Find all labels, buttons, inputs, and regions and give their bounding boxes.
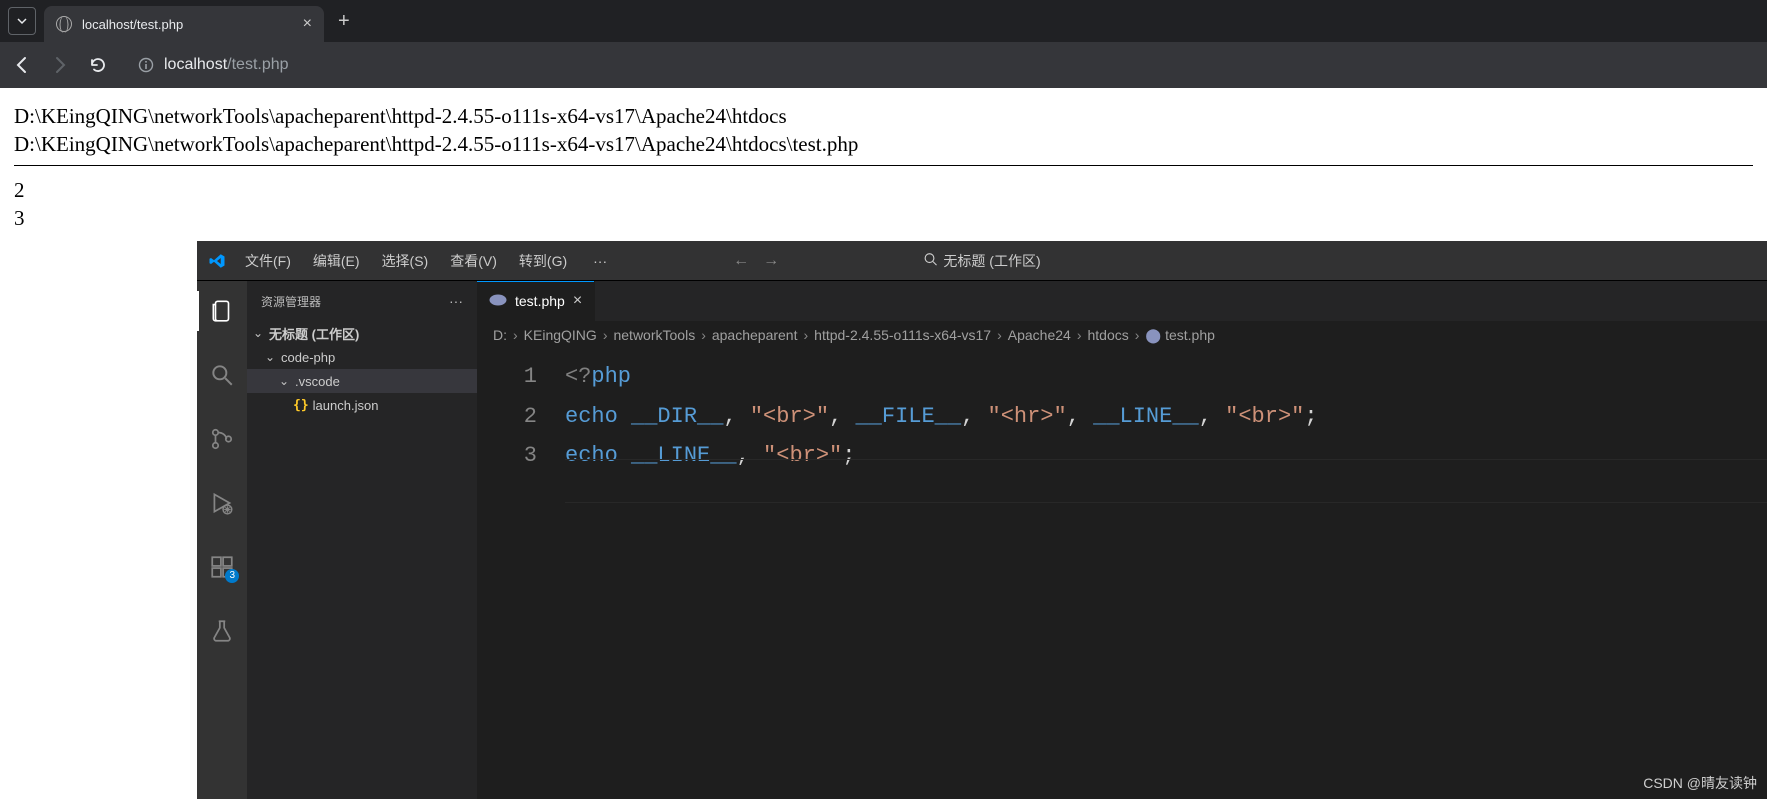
breadcrumbs[interactable]: D:› KEingQING› networkTools› apacheparen… xyxy=(477,321,1767,349)
output-hr xyxy=(14,165,1753,166)
explorer-title: 资源管理器 xyxy=(261,293,321,310)
browser-toolbar: localhost/test.php xyxy=(0,42,1767,88)
close-tab-icon[interactable]: × xyxy=(303,15,312,33)
folder-label: code-php xyxy=(281,350,335,365)
code-editor[interactable]: 1 <?php 2 echo __DIR__, "<br>", __FILE__… xyxy=(477,349,1767,799)
crumb[interactable]: apacheparent xyxy=(712,327,798,343)
menu-view[interactable]: 查看(V) xyxy=(440,247,507,275)
activity-extensions-icon[interactable]: 3 xyxy=(197,547,247,587)
code-line: <?php xyxy=(565,357,1767,397)
activity-testing-icon[interactable] xyxy=(197,611,247,651)
crumb[interactable]: httpd-2.4.55-o111s-x64-vs17 xyxy=(814,327,991,343)
line-number: 3 xyxy=(477,436,565,476)
line-number: 2 xyxy=(477,397,565,437)
vscode-title: 无标题 (工作区) xyxy=(943,251,1040,271)
watermark: CSDN @晴友读钟 xyxy=(1643,773,1757,793)
json-icon: {} xyxy=(293,398,309,413)
folder-code-php[interactable]: ⌄ code-php xyxy=(247,345,477,369)
editor-area: test.php × D:› KEingQING› networkTools› … xyxy=(477,281,1767,799)
output-line-3: 3 xyxy=(14,204,1753,232)
chevron-down-icon: ⌄ xyxy=(279,374,291,388)
workspace-root-label: 无标题 (工作区) xyxy=(269,324,359,343)
crumb[interactable]: D: xyxy=(493,327,507,343)
folder-vscode[interactable]: ⌄ .vscode xyxy=(247,369,477,393)
activity-scm-icon[interactable] xyxy=(197,419,247,459)
reload-button[interactable] xyxy=(86,56,110,74)
folder-label: .vscode xyxy=(295,374,340,389)
line-number: 1 xyxy=(477,357,565,397)
editor-tab-test-php[interactable]: test.php × xyxy=(477,281,595,321)
crumb[interactable]: htdocs xyxy=(1088,327,1129,343)
vscode-menu: 文件(F) 编辑(E) 选择(S) 查看(V) 转到(G) xyxy=(235,247,577,275)
vscode-logo-icon xyxy=(207,251,227,271)
code-line: echo __DIR__, "<br>", __FILE__, "<hr>", … xyxy=(565,397,1767,437)
search-icon xyxy=(923,252,937,269)
activity-explorer-icon[interactable] xyxy=(197,291,247,331)
close-tab-icon[interactable]: × xyxy=(573,292,582,310)
browser-tab[interactable]: localhost/test.php × xyxy=(44,6,324,42)
menu-go[interactable]: 转到(G) xyxy=(509,247,577,275)
menu-select[interactable]: 选择(S) xyxy=(372,247,439,275)
url-text: localhost/test.php xyxy=(164,56,289,74)
menu-edit[interactable]: 编辑(E) xyxy=(303,247,370,275)
tab-strip: localhost/test.php × + xyxy=(0,0,1767,42)
vscode-window: 文件(F) 编辑(E) 选择(S) 查看(V) 转到(G) ··· ← → 无标… xyxy=(197,241,1767,799)
new-tab-button[interactable]: + xyxy=(332,10,356,33)
globe-icon xyxy=(56,16,72,32)
menu-more[interactable]: ··· xyxy=(585,253,615,269)
output-file: D:\KEingQING\networkTools\apacheparent\h… xyxy=(14,130,1753,158)
nav-back-icon[interactable]: ← xyxy=(733,252,749,270)
explorer-sidebar: 资源管理器 ··· ⌄ 无标题 (工作区) ⌄ code-php ⌄ .vsco… xyxy=(247,281,477,799)
output-line-2: 2 xyxy=(14,176,1753,204)
editor-tabs: test.php × xyxy=(477,281,1767,321)
page-content: D:\KEingQING\networkTools\apacheparent\h… xyxy=(0,88,1767,234)
explorer-more-icon[interactable]: ··· xyxy=(449,293,463,309)
php-icon: ⬤ xyxy=(1145,327,1161,343)
nav-forward-icon[interactable]: → xyxy=(763,252,779,270)
address-bar[interactable]: localhost/test.php xyxy=(124,48,303,82)
file-label: launch.json xyxy=(313,398,379,413)
menu-file[interactable]: 文件(F) xyxy=(235,247,301,275)
activity-debug-icon[interactable] xyxy=(197,483,247,523)
chevron-down-icon: ⌄ xyxy=(265,350,277,364)
crumb[interactable]: networkTools xyxy=(613,327,695,343)
activity-search-icon[interactable] xyxy=(197,355,247,395)
file-launch-json[interactable]: {} launch.json xyxy=(247,393,477,417)
activity-bar: 3 xyxy=(197,281,247,799)
vscode-titlebar[interactable]: 文件(F) 编辑(E) 选择(S) 查看(V) 转到(G) ··· ← → 无标… xyxy=(197,241,1767,281)
output-dir: D:\KEingQING\networkTools\apacheparent\h… xyxy=(14,102,1753,130)
crumb[interactable]: Apache24 xyxy=(1008,327,1071,343)
window-menu-button[interactable] xyxy=(8,7,36,35)
code-line: echo __LINE__, "<br>"; xyxy=(565,436,1767,476)
explorer-header: 资源管理器 ··· xyxy=(247,281,477,321)
browser-chrome: localhost/test.php × + localhost/test.ph… xyxy=(0,0,1767,88)
back-button[interactable] xyxy=(10,55,34,75)
extensions-badge: 3 xyxy=(225,569,239,583)
vscode-title-center[interactable]: 无标题 (工作区) xyxy=(923,251,1040,271)
vscode-nav: ← → xyxy=(733,252,779,270)
forward-button[interactable] xyxy=(48,55,72,75)
editor-tab-label: test.php xyxy=(515,293,565,309)
chevron-down-icon: ⌄ xyxy=(253,326,265,340)
php-icon xyxy=(489,294,507,309)
workspace-root-row[interactable]: ⌄ 无标题 (工作区) xyxy=(247,321,477,345)
crumb[interactable]: KEingQING xyxy=(524,327,597,343)
site-info-icon[interactable] xyxy=(138,57,154,73)
tab-title: localhost/test.php xyxy=(82,17,183,32)
crumb-file[interactable]: ⬤test.php xyxy=(1145,327,1215,344)
